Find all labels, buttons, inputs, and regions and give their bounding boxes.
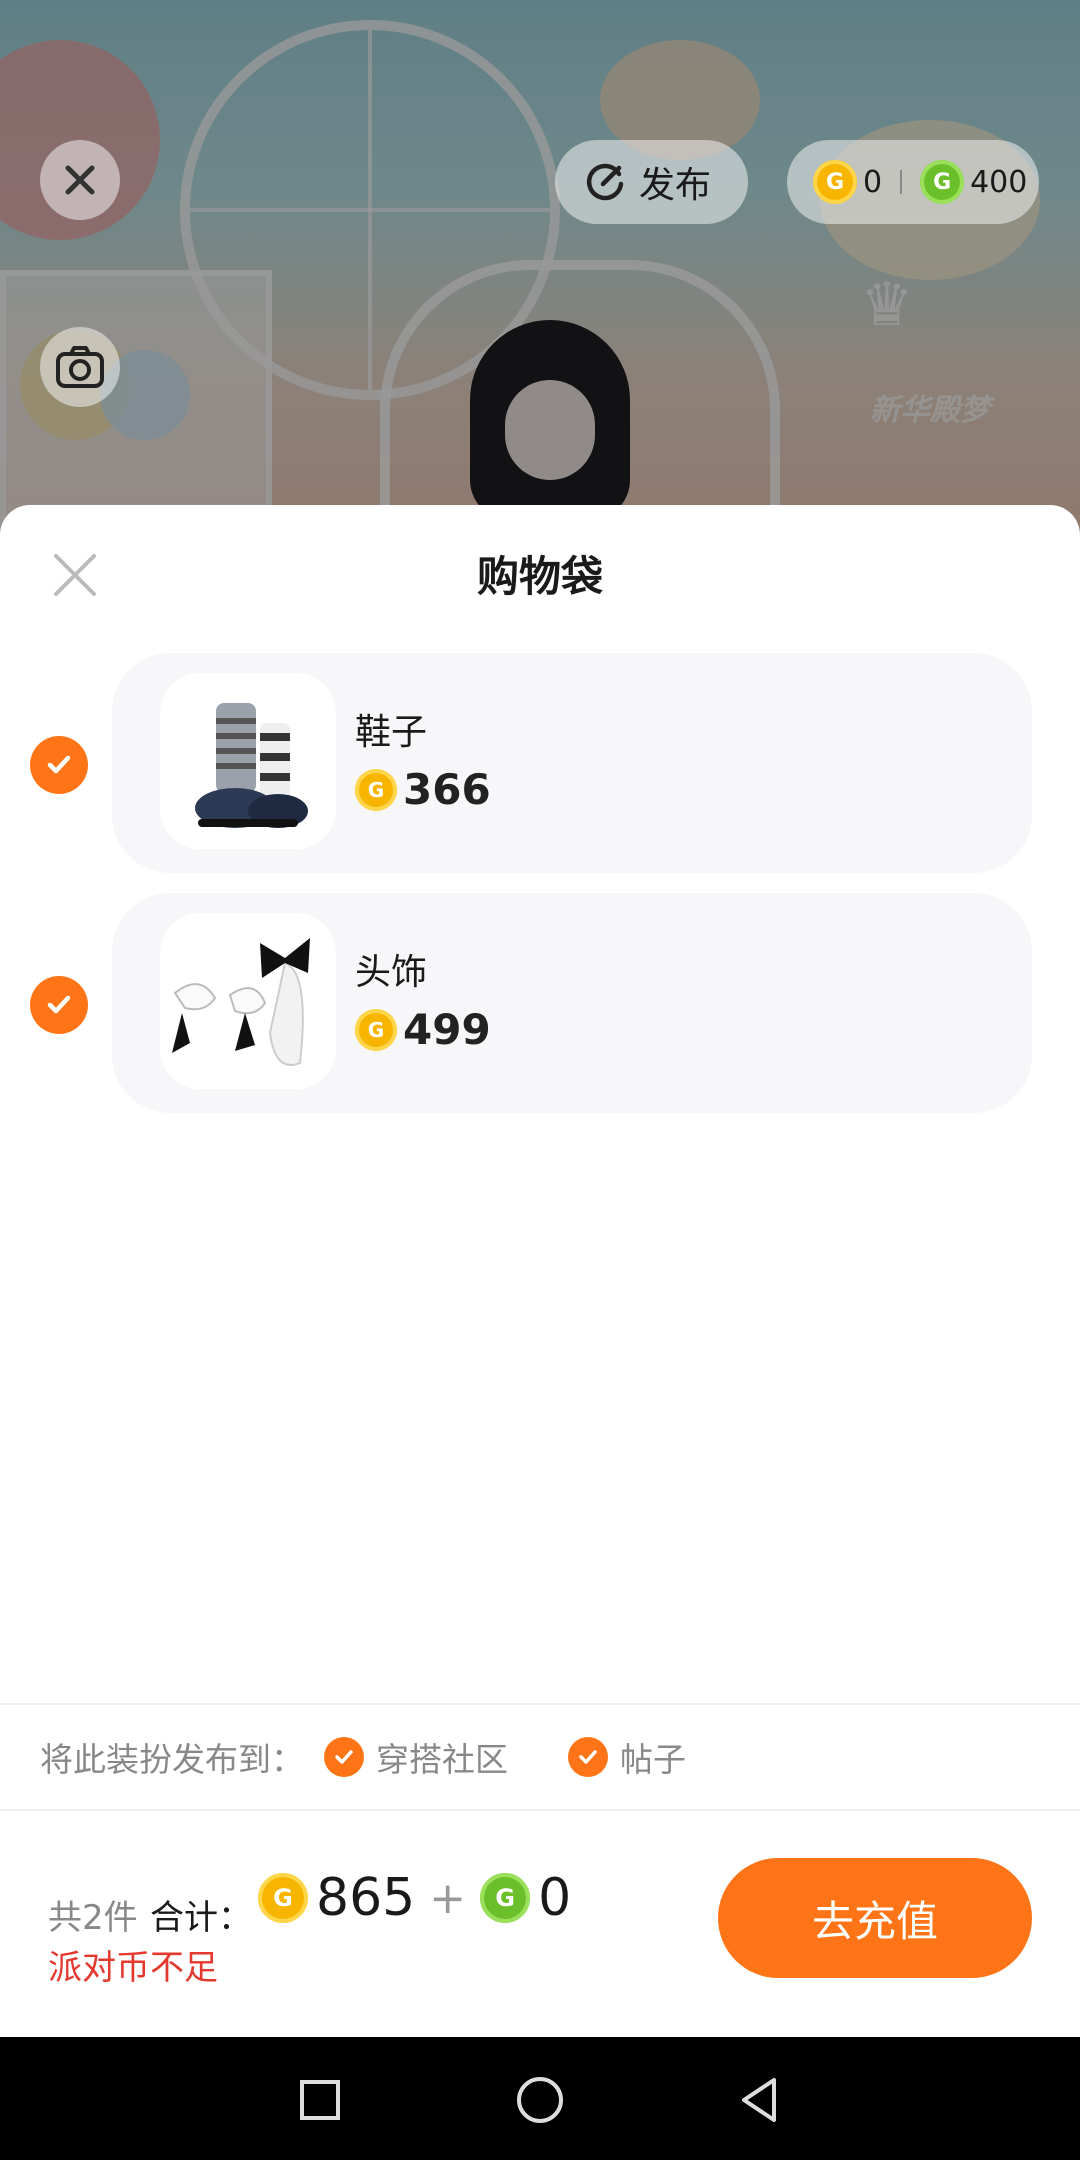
- cart-item-headwear[interactable]: 头饰 G 499: [112, 893, 1032, 1113]
- recharge-button[interactable]: 去充值: [718, 1858, 1032, 1978]
- publish-option-label: 帖子: [620, 1740, 686, 1779]
- item-checkbox[interactable]: [30, 976, 88, 1034]
- check-icon: [324, 1737, 364, 1777]
- item-count: 共2件: [48, 1898, 138, 1938]
- green-total: 0: [538, 1868, 572, 1928]
- system-nav-bar: [0, 2037, 1080, 2160]
- divider: [900, 170, 903, 194]
- camera-icon: [56, 346, 104, 388]
- gold-coin-icon: G: [355, 768, 397, 811]
- shoes-image: [195, 703, 308, 828]
- headwear-image: [172, 938, 310, 1066]
- sheet-title: 购物袋: [476, 552, 603, 601]
- gold-total: 865: [316, 1868, 416, 1928]
- gold-coin-icon: G: [258, 1873, 308, 1923]
- dim-overlay: [0, 0, 1080, 540]
- shoes-thumbnail: [160, 673, 336, 849]
- publish-destination-label: 将此装扮发布到：: [40, 1740, 304, 1779]
- publish-option-label: 穿搭社区: [376, 1740, 508, 1779]
- check-icon: [47, 755, 71, 774]
- currency-balance[interactable]: G 0 G 400: [787, 140, 1039, 224]
- item-price-value: 366: [403, 765, 491, 814]
- publish-button[interactable]: 发布: [555, 140, 748, 224]
- home-icon[interactable]: [510, 2070, 570, 2130]
- gold-coin-icon: G: [355, 1008, 397, 1051]
- close-outfit-button[interactable]: [40, 140, 120, 220]
- item-checkbox[interactable]: [30, 736, 88, 794]
- plus-sign: +: [429, 1872, 467, 1924]
- item-name: 头饰: [355, 952, 428, 993]
- back-icon[interactable]: [730, 2070, 790, 2130]
- camera-button[interactable]: [40, 327, 120, 407]
- publish-icon: [586, 163, 624, 201]
- green-balance: 400: [970, 164, 1028, 200]
- gold-coin-icon: G: [813, 160, 857, 204]
- check-icon: [568, 1737, 608, 1777]
- item-price: G 499: [355, 1005, 491, 1054]
- publish-label: 发布: [639, 165, 712, 206]
- publish-option-community[interactable]: 穿搭社区: [324, 1733, 508, 1781]
- publish-option-post[interactable]: 帖子: [568, 1733, 686, 1781]
- headwear-thumbnail: [160, 913, 336, 1089]
- recent-apps-icon[interactable]: [290, 2070, 350, 2130]
- checkout-bar: 共2件 合计： G 865 + G 0 派对币不足 去充值: [0, 1810, 1080, 2035]
- green-coin-icon: G: [920, 160, 965, 204]
- green-coin-icon: G: [480, 1873, 531, 1923]
- total-label: 合计：: [150, 1898, 252, 1938]
- cart-item-shoes[interactable]: 鞋子 G 366: [112, 653, 1032, 873]
- item-name: 鞋子: [355, 712, 428, 753]
- close-icon: [65, 165, 95, 195]
- insufficient-funds-warning: 派对币不足: [48, 1948, 218, 1988]
- check-icon: [47, 995, 71, 1014]
- gold-balance: 0: [863, 164, 883, 200]
- item-price-value: 499: [403, 1005, 491, 1054]
- outfit-scene: ♛ 新华殿梦: [0, 0, 1080, 540]
- total-amount: G 865 + G 0: [258, 1868, 571, 1928]
- item-price: G 366: [355, 765, 491, 814]
- publish-destination-row: 将此装扮发布到： 穿搭社区 帖子: [0, 1703, 1080, 1811]
